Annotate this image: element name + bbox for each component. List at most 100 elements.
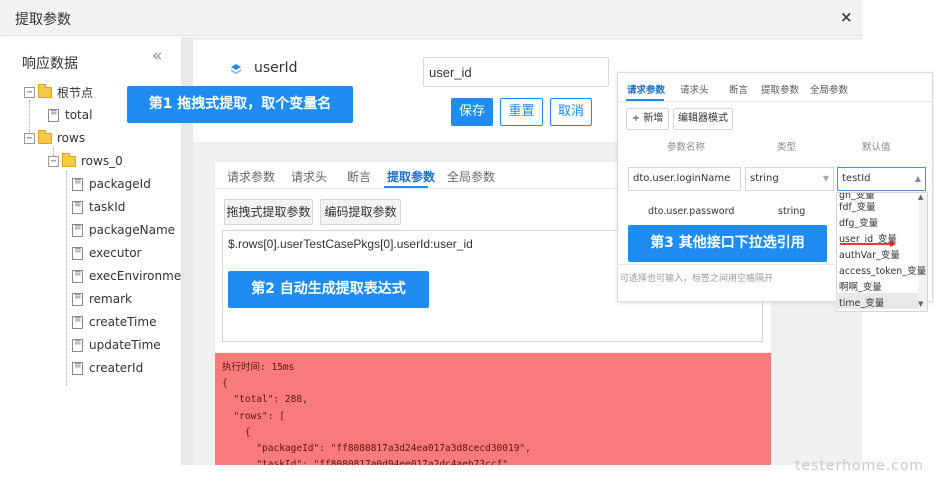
scroll-down-icon[interactable]: ▼ xyxy=(918,300,923,308)
file-icon xyxy=(72,200,83,214)
dialog-title: 提取参数 xyxy=(15,12,71,28)
input-hint: 可选择也可输入，标签之间用空格隔开 xyxy=(620,274,774,284)
collapse-toggle-icon[interactable]: − xyxy=(24,132,35,144)
file-icon xyxy=(72,338,83,352)
tree-node-total[interactable]: total xyxy=(48,105,92,125)
response-output-panel: 执行时间: 15ms { "total": 288, "rows": [ { "… xyxy=(215,353,771,465)
reset-button[interactable]: 重置 xyxy=(500,98,543,126)
file-icon xyxy=(72,223,83,237)
collapse-toggle-icon[interactable]: − xyxy=(48,155,59,167)
param-type-text: string xyxy=(778,206,806,217)
file-icon xyxy=(72,269,83,283)
tree-node-label: packageId xyxy=(89,177,151,191)
default-value-select[interactable]: testId ▲ xyxy=(837,167,926,191)
close-icon[interactable]: × xyxy=(840,8,853,26)
chevron-up-icon: ▲ xyxy=(914,174,921,183)
scroll-up-icon[interactable]: ▲ xyxy=(918,193,923,201)
dropdown-item[interactable]: dfg_变量 xyxy=(839,215,878,229)
file-icon xyxy=(72,246,83,260)
folder-icon xyxy=(62,152,76,167)
popup-tab-request-params[interactable]: 请求参数 xyxy=(627,82,665,96)
extract-expression: $.rows[0].userTestCasePkgs[0].userId:use… xyxy=(228,237,473,251)
tree-node-label: total xyxy=(65,108,93,122)
tree-node-field[interactable]: execEnvironment xyxy=(72,266,194,286)
tree-node-field[interactable]: packageName xyxy=(72,220,175,240)
dropdown-item[interactable]: time_变量 xyxy=(839,295,884,309)
tree-node-label: createTime xyxy=(89,315,157,329)
panel-title: 响应数据 xyxy=(22,56,78,72)
popup-tab-extract-params[interactable]: 提取参数 xyxy=(761,82,799,96)
dropdown-scrollbar[interactable] xyxy=(918,194,927,310)
tree-node-label: packageName xyxy=(89,223,176,237)
dropdown-item[interactable]: access_token_变量 xyxy=(839,263,926,277)
code-extract-button[interactable]: 编码提取参数 xyxy=(320,199,401,225)
chevron-down-icon: ▼ xyxy=(822,174,829,183)
tree-node-field[interactable]: packageId xyxy=(72,174,151,194)
file-icon xyxy=(48,108,59,122)
tab-request-params[interactable]: 请求参数 xyxy=(227,168,275,185)
red-arrow-icon xyxy=(840,241,896,247)
annotation-step-3: 第3 其他接口下拉选引用 xyxy=(628,225,827,262)
tree-node-rows[interactable]: − rows xyxy=(24,128,85,148)
response-json: 执行时间: 15ms { "total": 288, "rows": [ { "… xyxy=(222,362,531,465)
popup-tab-assertions[interactable]: 断言 xyxy=(729,82,748,96)
annotation-step-2: 第2 自动生成提取表达式 xyxy=(228,271,429,308)
tree-node-root[interactable]: − 根节点 xyxy=(24,82,93,102)
editor-mode-button[interactable]: 编辑器模式 xyxy=(673,108,733,130)
param-name-input[interactable]: dto.user.loginName xyxy=(628,167,741,191)
collapse-icon[interactable]: « xyxy=(152,46,162,66)
file-icon xyxy=(72,315,83,329)
variable-name-input[interactable] xyxy=(423,57,609,87)
drag-extract-button[interactable]: 拖拽式提取参数 xyxy=(224,199,313,225)
dropdown-item[interactable]: fdf_变量 xyxy=(839,199,875,213)
tree-node-rows-0[interactable]: − rows_0 xyxy=(48,151,123,171)
tree-node-label: 根节点 xyxy=(57,85,94,100)
dropdown-item[interactable]: 啊啊_变量 xyxy=(839,279,882,293)
folder-icon xyxy=(38,83,52,98)
tree-node-label: updateTime xyxy=(89,338,161,352)
tree-node-field[interactable]: executor xyxy=(72,243,141,263)
tab-extract-params[interactable]: 提取参数 xyxy=(387,168,435,185)
tree-node-label: remark xyxy=(89,292,132,306)
watermark: testerhome.com xyxy=(795,458,925,474)
save-button[interactable]: 保存 xyxy=(451,98,493,126)
popup-tab-global-params[interactable]: 全局参数 xyxy=(810,82,848,96)
cancel-button[interactable]: 取消 xyxy=(550,98,592,126)
default-value: testId xyxy=(842,173,871,184)
add-param-button[interactable]: + 新增 xyxy=(626,108,669,130)
folder-icon xyxy=(38,129,52,144)
tree-connector xyxy=(66,171,67,385)
tree-node-field[interactable]: remark xyxy=(72,289,132,309)
file-icon xyxy=(72,361,83,375)
tree-node-label: execEnvironment xyxy=(89,269,194,283)
tab-global-params[interactable]: 全局参数 xyxy=(447,168,495,185)
tree-node-field[interactable]: taskId xyxy=(72,197,125,217)
column-header: 参数名称 xyxy=(667,142,706,153)
column-header: 类型 xyxy=(777,142,797,153)
divider xyxy=(617,264,835,265)
tree-node-label: rows_0 xyxy=(81,154,123,168)
tree-node-field[interactable]: createTime xyxy=(72,312,156,332)
param-type-value: string xyxy=(750,173,779,184)
param-name-text: dto.user.password xyxy=(648,206,735,217)
annotation-step-1: 第1 拖拽式提取，取个变量名 xyxy=(127,86,353,123)
dialog-header xyxy=(0,0,862,36)
tree-node-label: executor xyxy=(89,246,142,260)
field-name: userId xyxy=(254,60,298,76)
param-type-select[interactable]: string ▼ xyxy=(745,167,834,191)
tree-node-field[interactable]: createrId xyxy=(72,358,143,378)
file-icon xyxy=(72,292,83,306)
tree-node-label: createrId xyxy=(89,361,144,375)
tab-assertions[interactable]: 断言 xyxy=(347,168,371,185)
dropdown-item[interactable]: authVar_变量 xyxy=(839,247,900,261)
layers-icon xyxy=(231,64,241,74)
tree-node-label: rows xyxy=(57,131,86,145)
popup-tab-request-headers[interactable]: 请求头 xyxy=(680,82,709,96)
column-header: 默认值 xyxy=(862,142,891,153)
collapse-toggle-icon[interactable]: − xyxy=(24,86,35,98)
param-name-value: dto.user.loginName xyxy=(633,173,731,184)
tree-node-label: taskId xyxy=(89,200,126,214)
tab-request-headers[interactable]: 请求头 xyxy=(291,168,327,185)
file-icon xyxy=(72,177,83,191)
tree-node-field[interactable]: updateTime xyxy=(72,335,161,355)
